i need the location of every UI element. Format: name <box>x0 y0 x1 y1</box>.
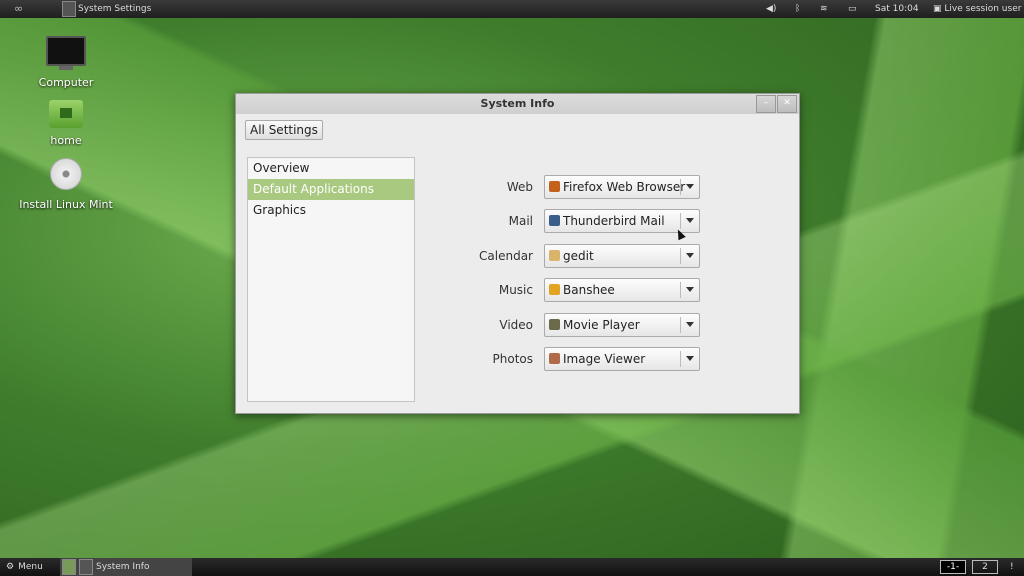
close-button[interactable]: ✕ <box>777 95 797 113</box>
desktop-icon-home[interactable]: home <box>16 100 116 147</box>
gedit-icon <box>549 250 560 261</box>
desktop-icon-computer[interactable]: Computer <box>16 36 116 89</box>
music-combo[interactable]: Banshee <box>544 278 700 302</box>
all-settings-button[interactable]: All Settings <box>245 120 323 140</box>
volume-icon[interactable]: ◀) <box>766 0 776 18</box>
desktop-icon-label: home <box>50 134 82 147</box>
movie-player-icon <box>549 319 560 330</box>
window-titlebar[interactable]: System Info – ✕ <box>236 94 799 114</box>
video-label: Video <box>499 318 533 332</box>
web-label: Web <box>506 180 533 194</box>
photos-label: Photos <box>492 352 533 366</box>
desktop-icon-label: Install Linux Mint <box>19 198 113 211</box>
session-user-label: Live session user <box>944 4 1022 14</box>
combo-value: Movie Player <box>563 318 640 332</box>
notification-icon[interactable]: ! <box>1010 558 1014 576</box>
mail-label: Mail <box>508 214 533 228</box>
combo-value: Image Viewer <box>563 352 646 366</box>
music-label: Music <box>498 283 533 297</box>
sidebar: Overview Default Applications Graphics <box>247 157 415 402</box>
calendar-combo[interactable]: gedit <box>544 244 700 268</box>
user-menu[interactable]: ▣ Live session user <box>933 0 1021 18</box>
clock[interactable]: Sat 10:04 <box>875 0 919 18</box>
thunderbird-icon <box>549 215 560 226</box>
video-combo[interactable]: Movie Player <box>544 313 700 337</box>
photos-combo[interactable]: Image Viewer <box>544 347 700 371</box>
show-desktop-icon <box>62 559 76 575</box>
chevron-down-icon <box>686 356 694 361</box>
mail-row: Mail Thunderbird Mail <box>476 209 700 233</box>
settings-app-icon <box>62 1 76 17</box>
workspace-1[interactable]: -1- <box>940 560 966 574</box>
combo-value: Banshee <box>563 283 615 297</box>
top-panel-app-title: System Settings <box>78 4 152 14</box>
disc-icon <box>50 158 82 190</box>
system-info-window: System Info – ✕ All Settings Overview De… <box>235 93 800 414</box>
image-viewer-icon <box>549 353 560 364</box>
chevron-down-icon <box>686 287 694 292</box>
combo-value: Firefox Web Browser <box>563 180 686 194</box>
chevron-down-icon <box>686 322 694 327</box>
firefox-icon <box>549 181 560 192</box>
workspace-2[interactable]: 2 <box>972 560 998 574</box>
calendar-label: Calendar <box>479 249 533 263</box>
web-combo[interactable]: Firefox Web Browser <box>544 175 700 199</box>
settings-app-icon <box>79 559 93 575</box>
minimize-button[interactable]: – <box>756 95 776 113</box>
video-row: Video Movie Player <box>476 313 700 337</box>
combo-value: Thunderbird Mail <box>563 214 665 228</box>
task-label: System Info <box>96 562 150 572</box>
menu-button[interactable]: ⚙ Menu <box>6 558 43 576</box>
desktop-icon-install[interactable]: Install Linux Mint <box>16 158 116 211</box>
window-title: System Info <box>480 97 555 110</box>
photos-row: Photos Image Viewer <box>476 347 700 371</box>
desktop-icon-label: Computer <box>38 76 94 89</box>
sidebar-item-graphics[interactable]: Graphics <box>248 200 414 221</box>
menu-label: Menu <box>18 562 43 572</box>
sidebar-item-default-applications[interactable]: Default Applications <box>248 179 414 200</box>
mint-logo-icon[interactable]: ∞ <box>14 0 30 18</box>
bottom-panel: ⚙ Menu System Info -1- 2 ! <box>0 558 1024 576</box>
music-row: Music Banshee <box>476 278 700 302</box>
calendar-row: Calendar gedit <box>476 244 700 268</box>
bluetooth-icon[interactable]: ᛒ <box>795 0 800 18</box>
wifi-icon[interactable]: ≋ <box>820 0 828 18</box>
top-panel: ∞ System Settings ◀) ᛒ ≋ ▭ Sat 10:04 ▣ L… <box>0 0 1024 18</box>
taskbar-item-system-info[interactable]: System Info <box>60 558 192 576</box>
chevron-down-icon <box>686 253 694 258</box>
banshee-icon <box>549 284 560 295</box>
sidebar-item-overview[interactable]: Overview <box>248 158 414 179</box>
computer-icon <box>46 36 86 66</box>
user-icon: ▣ <box>933 4 942 14</box>
chevron-down-icon <box>686 218 694 223</box>
combo-value: gedit <box>563 249 594 263</box>
top-panel-app[interactable]: System Settings <box>62 0 151 18</box>
chevron-down-icon <box>686 184 694 189</box>
gear-icon: ⚙ <box>6 562 15 572</box>
home-folder-icon <box>49 100 83 128</box>
web-row: Web Firefox Web Browser <box>476 175 700 199</box>
battery-icon[interactable]: ▭ <box>848 0 857 18</box>
